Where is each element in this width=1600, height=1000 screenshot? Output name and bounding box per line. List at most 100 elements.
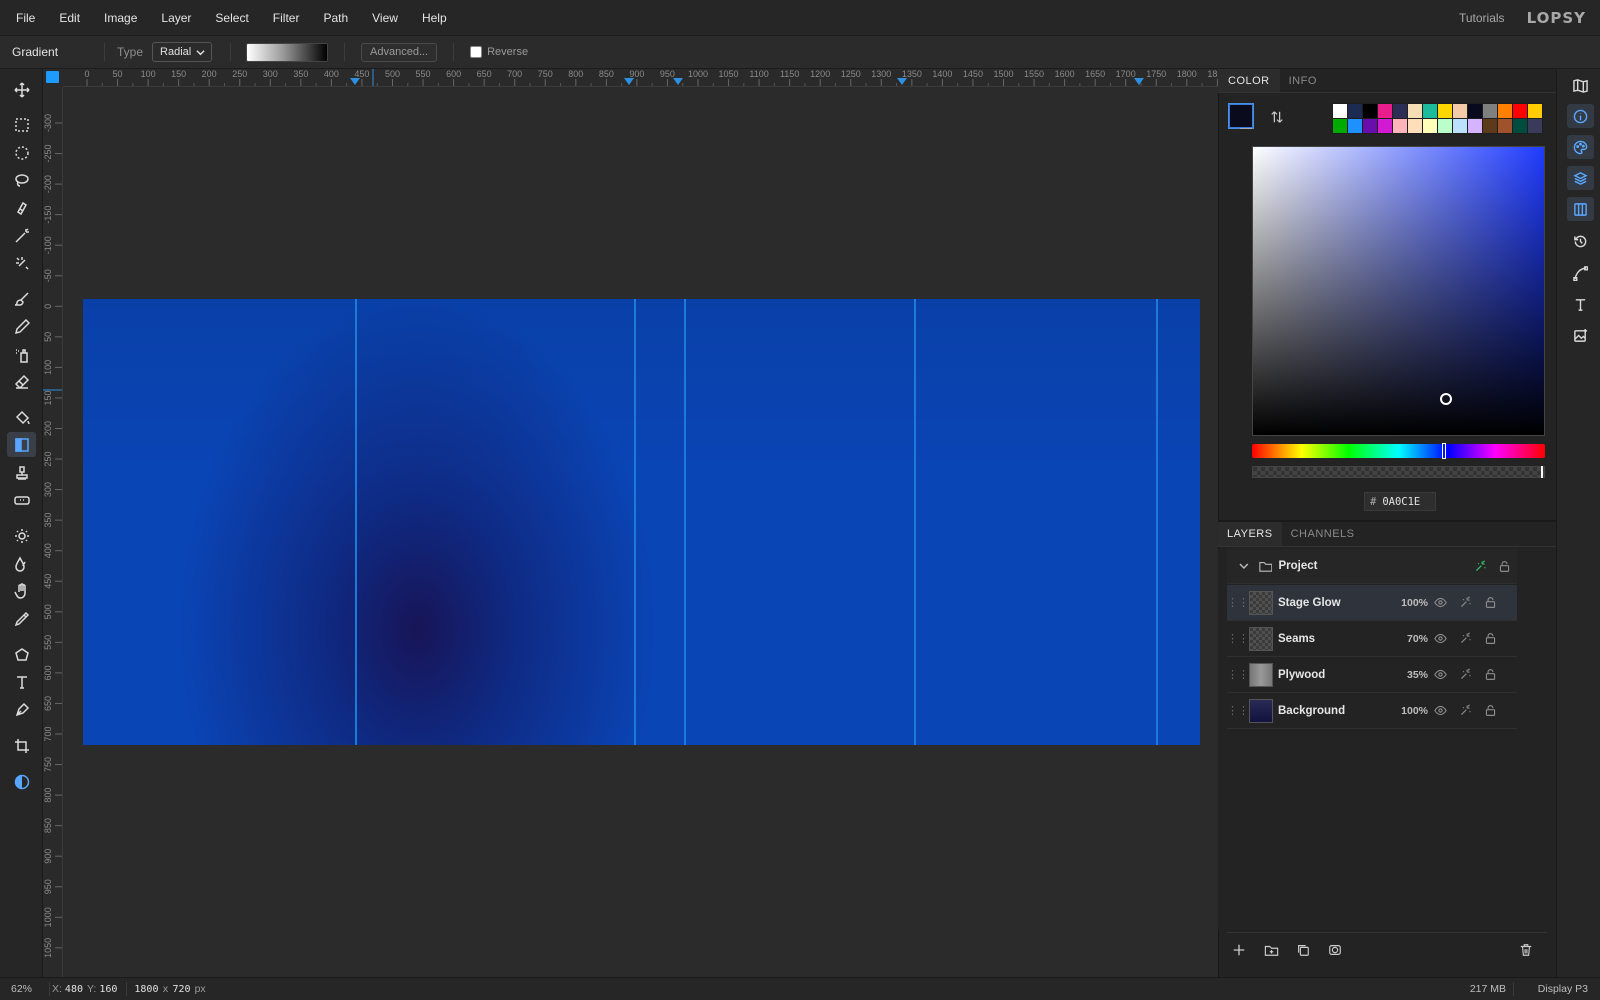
guide-marker[interactable]: [350, 78, 360, 85]
fx-icon[interactable]: [1453, 632, 1478, 645]
hue-slider[interactable]: [1252, 443, 1545, 459]
color-swatch[interactable]: [1377, 118, 1393, 134]
palette-icon[interactable]: [1567, 135, 1594, 159]
gradient-preview[interactable]: [246, 42, 329, 62]
drag-handle-icon[interactable]: ⋮⋮: [1227, 596, 1249, 609]
layer-row-background[interactable]: ⋮⋮ Background 100%: [1227, 693, 1517, 729]
lock-icon[interactable]: [1478, 632, 1503, 645]
reverse-checkbox[interactable]: [470, 46, 483, 58]
color-swatch[interactable]: [1362, 103, 1378, 119]
hue-slider-handle[interactable]: [1442, 443, 1447, 459]
paint-bucket-icon[interactable]: [7, 405, 36, 430]
drag-handle-icon[interactable]: ⋮⋮: [1227, 632, 1249, 645]
gradient-type-select[interactable]: Radial: [152, 42, 213, 62]
pencil-icon[interactable]: [7, 314, 36, 339]
menu-edit[interactable]: Edit: [47, 0, 92, 36]
color-swatch[interactable]: [1467, 118, 1483, 134]
color-swatch[interactable]: [1332, 103, 1348, 119]
layer-group-project[interactable]: Project: [1227, 549, 1517, 584]
eyedropper-icon[interactable]: [7, 606, 36, 631]
color-swatch[interactable]: [1407, 103, 1423, 119]
eraser-icon[interactable]: [7, 369, 36, 394]
color-swatch[interactable]: [1482, 103, 1498, 119]
trash-icon[interactable]: [1519, 943, 1533, 960]
pen-icon[interactable]: [7, 697, 36, 722]
color-swatch[interactable]: [1452, 118, 1468, 134]
magic-wand-icon[interactable]: [7, 223, 36, 248]
layer-row-seams[interactable]: ⋮⋮ Seams 70%: [1227, 621, 1517, 657]
layer-row-plywood[interactable]: ⋮⋮ Plywood 35%: [1227, 657, 1517, 693]
new-group-icon[interactable]: [1264, 943, 1279, 960]
menu-help[interactable]: Help: [410, 0, 459, 36]
smudge-icon[interactable]: [7, 578, 36, 603]
lock-icon[interactable]: [1478, 704, 1503, 717]
document-image[interactable]: [83, 299, 1200, 745]
vertical-ruler[interactable]: -300 -250 -200 -150 -100 -50 0 50 100 150 200 250 30…: [43, 87, 63, 977]
color-swatch[interactable]: [1497, 103, 1513, 119]
color-swatch[interactable]: [1527, 103, 1543, 119]
guide-marker[interactable]: [897, 78, 907, 85]
layer-row-stage-glow[interactable]: ⋮⋮ Stage Glow 100%: [1227, 585, 1517, 621]
ruler-corner[interactable]: [43, 69, 63, 87]
info-icon[interactable]: [1567, 104, 1594, 128]
guide-marker[interactable]: [624, 78, 634, 85]
color-profile[interactable]: Display P3: [1538, 983, 1588, 995]
menu-image[interactable]: Image: [92, 0, 149, 36]
menu-layer[interactable]: Layer: [149, 0, 203, 36]
drag-handle-icon[interactable]: ⋮⋮: [1227, 704, 1249, 717]
color-picker-handle[interactable]: [1440, 393, 1452, 405]
stamp-icon[interactable]: [7, 460, 36, 485]
gradient-icon[interactable]: [7, 432, 36, 457]
fx-icon[interactable]: [1453, 704, 1478, 717]
tab-info[interactable]: INFO: [1280, 69, 1326, 92]
alpha-slider-handle[interactable]: [1541, 466, 1543, 478]
eye-icon[interactable]: [1428, 596, 1453, 609]
menu-file[interactable]: File: [0, 0, 47, 36]
saturation-value-picker[interactable]: [1252, 146, 1545, 436]
paths-icon[interactable]: [1567, 261, 1594, 285]
brush-icon[interactable]: [7, 286, 36, 311]
layer-mask-icon[interactable]: [1328, 943, 1342, 960]
alpha-slider[interactable]: [1252, 466, 1545, 478]
eye-icon[interactable]: [1428, 704, 1453, 717]
color-swatch[interactable]: [1347, 103, 1363, 119]
tab-layers[interactable]: LAYERS: [1218, 522, 1282, 546]
magnetic-lasso-icon[interactable]: [7, 195, 36, 220]
horizontal-ruler[interactable]: 0 50 100 150 200 250 300 350 400 450 500 550 600 650 7…: [63, 69, 1218, 87]
color-swatch[interactable]: [1437, 103, 1453, 119]
color-swatch[interactable]: [1452, 103, 1468, 119]
lasso-icon[interactable]: [7, 167, 36, 192]
color-swatch[interactable]: [1392, 103, 1408, 119]
color-swatch[interactable]: [1392, 118, 1408, 134]
color-swatch[interactable]: [1362, 118, 1378, 134]
color-swatch[interactable]: [1497, 118, 1513, 134]
image-adjust-icon[interactable]: [1567, 323, 1594, 347]
lock-icon[interactable]: [1478, 596, 1503, 609]
color-swatch[interactable]: [1482, 118, 1498, 134]
color-swatch[interactable]: [1437, 118, 1453, 134]
swap-colors-icon[interactable]: [1268, 108, 1286, 126]
zoom-level[interactable]: 62%: [11, 983, 49, 995]
color-swatch[interactable]: [1407, 118, 1423, 134]
lock-icon[interactable]: [1493, 560, 1517, 573]
crop-icon[interactable]: [7, 733, 36, 758]
menu-filter[interactable]: Filter: [261, 0, 312, 36]
move-icon[interactable]: [7, 77, 36, 102]
rect-select-icon[interactable]: [7, 112, 36, 137]
quick-select-icon[interactable]: [7, 250, 36, 275]
channels-icon[interactable]: [1567, 197, 1594, 221]
character-icon[interactable]: [1567, 292, 1594, 316]
layers-icon[interactable]: [1567, 166, 1594, 190]
fx-icon[interactable]: [1453, 668, 1478, 681]
text-icon[interactable]: [7, 669, 36, 694]
shape-icon[interactable]: [7, 642, 36, 667]
color-swatch[interactable]: [1527, 118, 1543, 134]
advanced-button[interactable]: Advanced...: [361, 42, 438, 62]
blur-icon[interactable]: [7, 551, 36, 576]
tutorials-link[interactable]: Tutorials: [1459, 11, 1505, 25]
navigator-icon[interactable]: [1567, 73, 1594, 97]
chevron-down-icon[interactable]: [1239, 561, 1249, 571]
tab-channels[interactable]: CHANNELS: [1282, 522, 1364, 546]
menu-view[interactable]: View: [360, 0, 410, 36]
color-swatch[interactable]: [1512, 118, 1528, 134]
